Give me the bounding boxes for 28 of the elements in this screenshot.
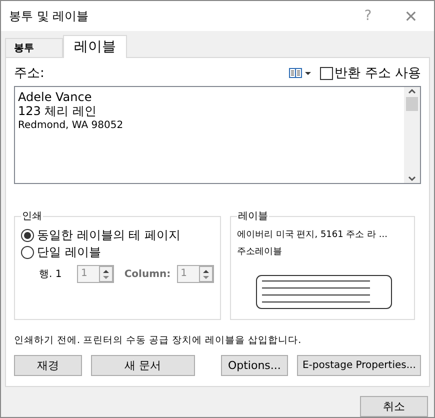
address-label: 주소: — [14, 65, 46, 82]
label-description: 주소레이블 — [237, 246, 283, 259]
label-preview-icon — [256, 275, 392, 309]
action-button[interactable]: E-postage Properties... — [297, 355, 421, 376]
tab[interactable]: 레이블 — [63, 35, 127, 58]
action-button[interactable]: Options... — [220, 355, 288, 376]
scroll-thumb[interactable] — [406, 97, 418, 111]
action-button[interactable]: 새 문서 — [90, 355, 195, 376]
scroll-up-icon[interactable] — [407, 87, 417, 95]
spin-label: 행. 1 — [39, 268, 63, 281]
scroll-down-icon[interactable] — [407, 175, 417, 183]
radio-button[interactable] — [21, 246, 34, 259]
address-field[interactable]: Adele Vance 123 체리 레인 Redmond, WA 98052 — [14, 86, 421, 184]
close-button[interactable]: ✕ — [388, 6, 434, 26]
window-title: 봉투 및 레이블 — [9, 8, 90, 24]
return-address-checkbox[interactable]: 반환 주소 사용 — [320, 64, 421, 82]
label-description: 에이버리 미국 편지, 5161 주소 라 ... — [237, 229, 389, 242]
cancel-button[interactable]: 취소 — [360, 396, 428, 417]
spin-label: Column: — [124, 268, 171, 280]
group-title: 레이블 — [237, 210, 269, 223]
radio-option[interactable]: 단일 레이블 — [21, 244, 214, 261]
group-title: 인쇄 — [21, 210, 43, 223]
tab[interactable]: 봉투 — [5, 38, 63, 57]
radio-button[interactable] — [21, 229, 34, 242]
radio-option[interactable]: 동일한 레이블의 테 페이지 — [21, 227, 214, 244]
action-button[interactable]: 재경 — [14, 355, 82, 376]
address-book-icon[interactable] — [288, 67, 312, 79]
instruction-text: 인쇄하기 전에. 프린터의 수동 공급 장치에 레이블을 삽입합니다. — [14, 334, 302, 347]
